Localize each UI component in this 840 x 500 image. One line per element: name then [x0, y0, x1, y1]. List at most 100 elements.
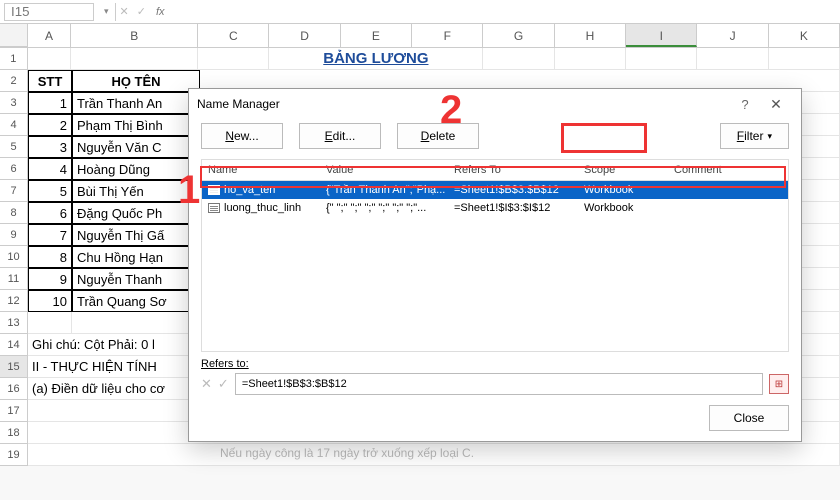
row-header[interactable]: 7	[0, 180, 28, 202]
list-row[interactable]: ho_va_ten{"Trần Thanh An";"Phạ...=Sheet1…	[202, 181, 788, 199]
cell[interactable]	[198, 48, 269, 70]
cell-name[interactable]: Trần Thanh An	[72, 92, 200, 114]
header-cell-stt[interactable]: STT	[28, 70, 72, 92]
name-box[interactable]	[4, 3, 94, 21]
row-header[interactable]: 13	[0, 312, 28, 334]
row-header[interactable]: 4	[0, 114, 28, 136]
cell-note-a[interactable]: (a) Điền dữ liệu cho cơ	[28, 378, 200, 400]
row-header[interactable]: 19	[0, 444, 28, 466]
cell-name[interactable]: Phạm Thị Bình	[72, 114, 200, 136]
list-header[interactable]: Name Value Refers To Scope Comment	[202, 160, 788, 181]
cell[interactable]	[483, 48, 554, 70]
row-header[interactable]: 15	[0, 356, 28, 378]
cell[interactable]	[71, 48, 198, 70]
refers-confirm-icon[interactable]: ✓	[218, 376, 229, 392]
cell-stt[interactable]: 1	[28, 92, 72, 114]
title-cell[interactable]: BẢNG LƯƠNG	[269, 48, 483, 70]
cell-name[interactable]: Trần Quang Sơ	[72, 290, 200, 312]
select-all-corner[interactable]	[0, 24, 28, 47]
col-header[interactable]: G	[483, 24, 554, 47]
row-header[interactable]: 8	[0, 202, 28, 224]
row-header[interactable]: 2	[0, 70, 28, 92]
col-refers[interactable]: Refers To	[448, 160, 578, 180]
row-header[interactable]: 3	[0, 92, 28, 114]
col-comment[interactable]: Comment	[668, 160, 788, 180]
cell-stt[interactable]: 4	[28, 158, 72, 180]
fx-label[interactable]: fx	[156, 6, 165, 18]
cell[interactable]	[697, 48, 768, 70]
cell-ghichu[interactable]: Ghi chú: Cột Phải: 0 l	[28, 334, 200, 356]
refers-to-input[interactable]	[235, 373, 763, 395]
formula-bar-strip: ▾ ✕ ✓ fx	[0, 0, 840, 24]
row-header[interactable]: 16	[0, 378, 28, 400]
cell-name[interactable]: Nguyễn Thị Gấ	[72, 224, 200, 246]
item-refers: =Sheet1!$I$3:$I$12	[448, 202, 578, 214]
filter-button[interactable]: Filter▾	[720, 123, 789, 149]
item-scope: Workbook	[578, 184, 668, 196]
col-scope[interactable]: Scope	[578, 160, 668, 180]
row-header[interactable]: 9	[0, 224, 28, 246]
delete-button[interactable]: Delete	[397, 123, 479, 149]
column-headers: A B C D E F G H I J K	[0, 24, 840, 48]
row-header[interactable]: 17	[0, 400, 28, 422]
refers-cancel-icon[interactable]: ✕	[201, 376, 212, 392]
cell-stt[interactable]: 9	[28, 268, 72, 290]
col-header[interactable]: E	[341, 24, 412, 47]
col-name[interactable]: Name	[202, 160, 320, 180]
cell-stt[interactable]: 10	[28, 290, 72, 312]
col-header[interactable]: D	[269, 24, 340, 47]
cell-stt[interactable]: 7	[28, 224, 72, 246]
list-row[interactable]: luong_thuc_linh{" ";" ";" ";" ";" ";" ";…	[202, 199, 788, 217]
close-icon[interactable]: ✕	[759, 96, 793, 113]
new-button[interactable]: New...	[201, 123, 283, 149]
name-icon	[208, 185, 220, 195]
cell-stt[interactable]: 5	[28, 180, 72, 202]
close-button[interactable]: Close	[709, 405, 789, 431]
col-header[interactable]: K	[769, 24, 840, 47]
cancel-icon: ✕	[120, 5, 129, 18]
cell[interactable]	[626, 48, 697, 70]
cell-name[interactable]: Chu Hồng Hạn	[72, 246, 200, 268]
help-icon[interactable]: ?	[731, 97, 759, 112]
cell-stt[interactable]: 8	[28, 246, 72, 268]
cell[interactable]	[72, 312, 200, 334]
item-refers: =Sheet1!$B$3:$B$12	[448, 184, 578, 196]
collapse-dialog-icon[interactable]: ⊞	[769, 374, 789, 394]
col-header[interactable]: C	[198, 24, 269, 47]
row-header[interactable]: 14	[0, 334, 28, 356]
col-header[interactable]: B	[71, 24, 198, 47]
names-list[interactable]: Name Value Refers To Scope Comment ho_va…	[201, 159, 789, 352]
header-cell-hoten[interactable]: HỌ TÊN	[72, 70, 200, 92]
cell-name[interactable]: Bùi Thị Yến	[72, 180, 200, 202]
cell[interactable]	[769, 48, 840, 70]
cell-stt[interactable]: 2	[28, 114, 72, 136]
refers-to-label: Refers to:	[201, 358, 789, 370]
divider	[115, 3, 116, 21]
col-header[interactable]: A	[28, 24, 72, 47]
cell[interactable]	[555, 48, 626, 70]
edit-button[interactable]: Edit...	[299, 123, 381, 149]
cell-name[interactable]: Nguyễn Thanh	[72, 268, 200, 290]
cell-name[interactable]: Nguyễn Văn C	[72, 136, 200, 158]
cell-stt[interactable]: 6	[28, 202, 72, 224]
row-header[interactable]: 6	[0, 158, 28, 180]
cell-name[interactable]: Đặng Quốc Ph	[72, 202, 200, 224]
row-header[interactable]: 12	[0, 290, 28, 312]
cell-name[interactable]: Hoàng Dũng	[72, 158, 200, 180]
row-header[interactable]: 18	[0, 422, 28, 444]
cell[interactable]	[28, 48, 72, 70]
cell[interactable]	[28, 312, 72, 334]
chevron-down-icon[interactable]: ▾	[104, 6, 109, 17]
col-header-active[interactable]: I	[626, 24, 697, 47]
row-header[interactable]: 10	[0, 246, 28, 268]
row-header[interactable]: 5	[0, 136, 28, 158]
col-header[interactable]: F	[412, 24, 483, 47]
col-header[interactable]: J	[697, 24, 768, 47]
cell-stt[interactable]: 3	[28, 136, 72, 158]
row-header[interactable]: 11	[0, 268, 28, 290]
col-header[interactable]: H	[555, 24, 626, 47]
row-header[interactable]: 1	[0, 48, 28, 70]
cell-section-ii[interactable]: II - THỰC HIỆN TÍNH	[28, 356, 200, 378]
col-value[interactable]: Value	[320, 160, 448, 180]
formula-input[interactable]	[171, 3, 840, 21]
